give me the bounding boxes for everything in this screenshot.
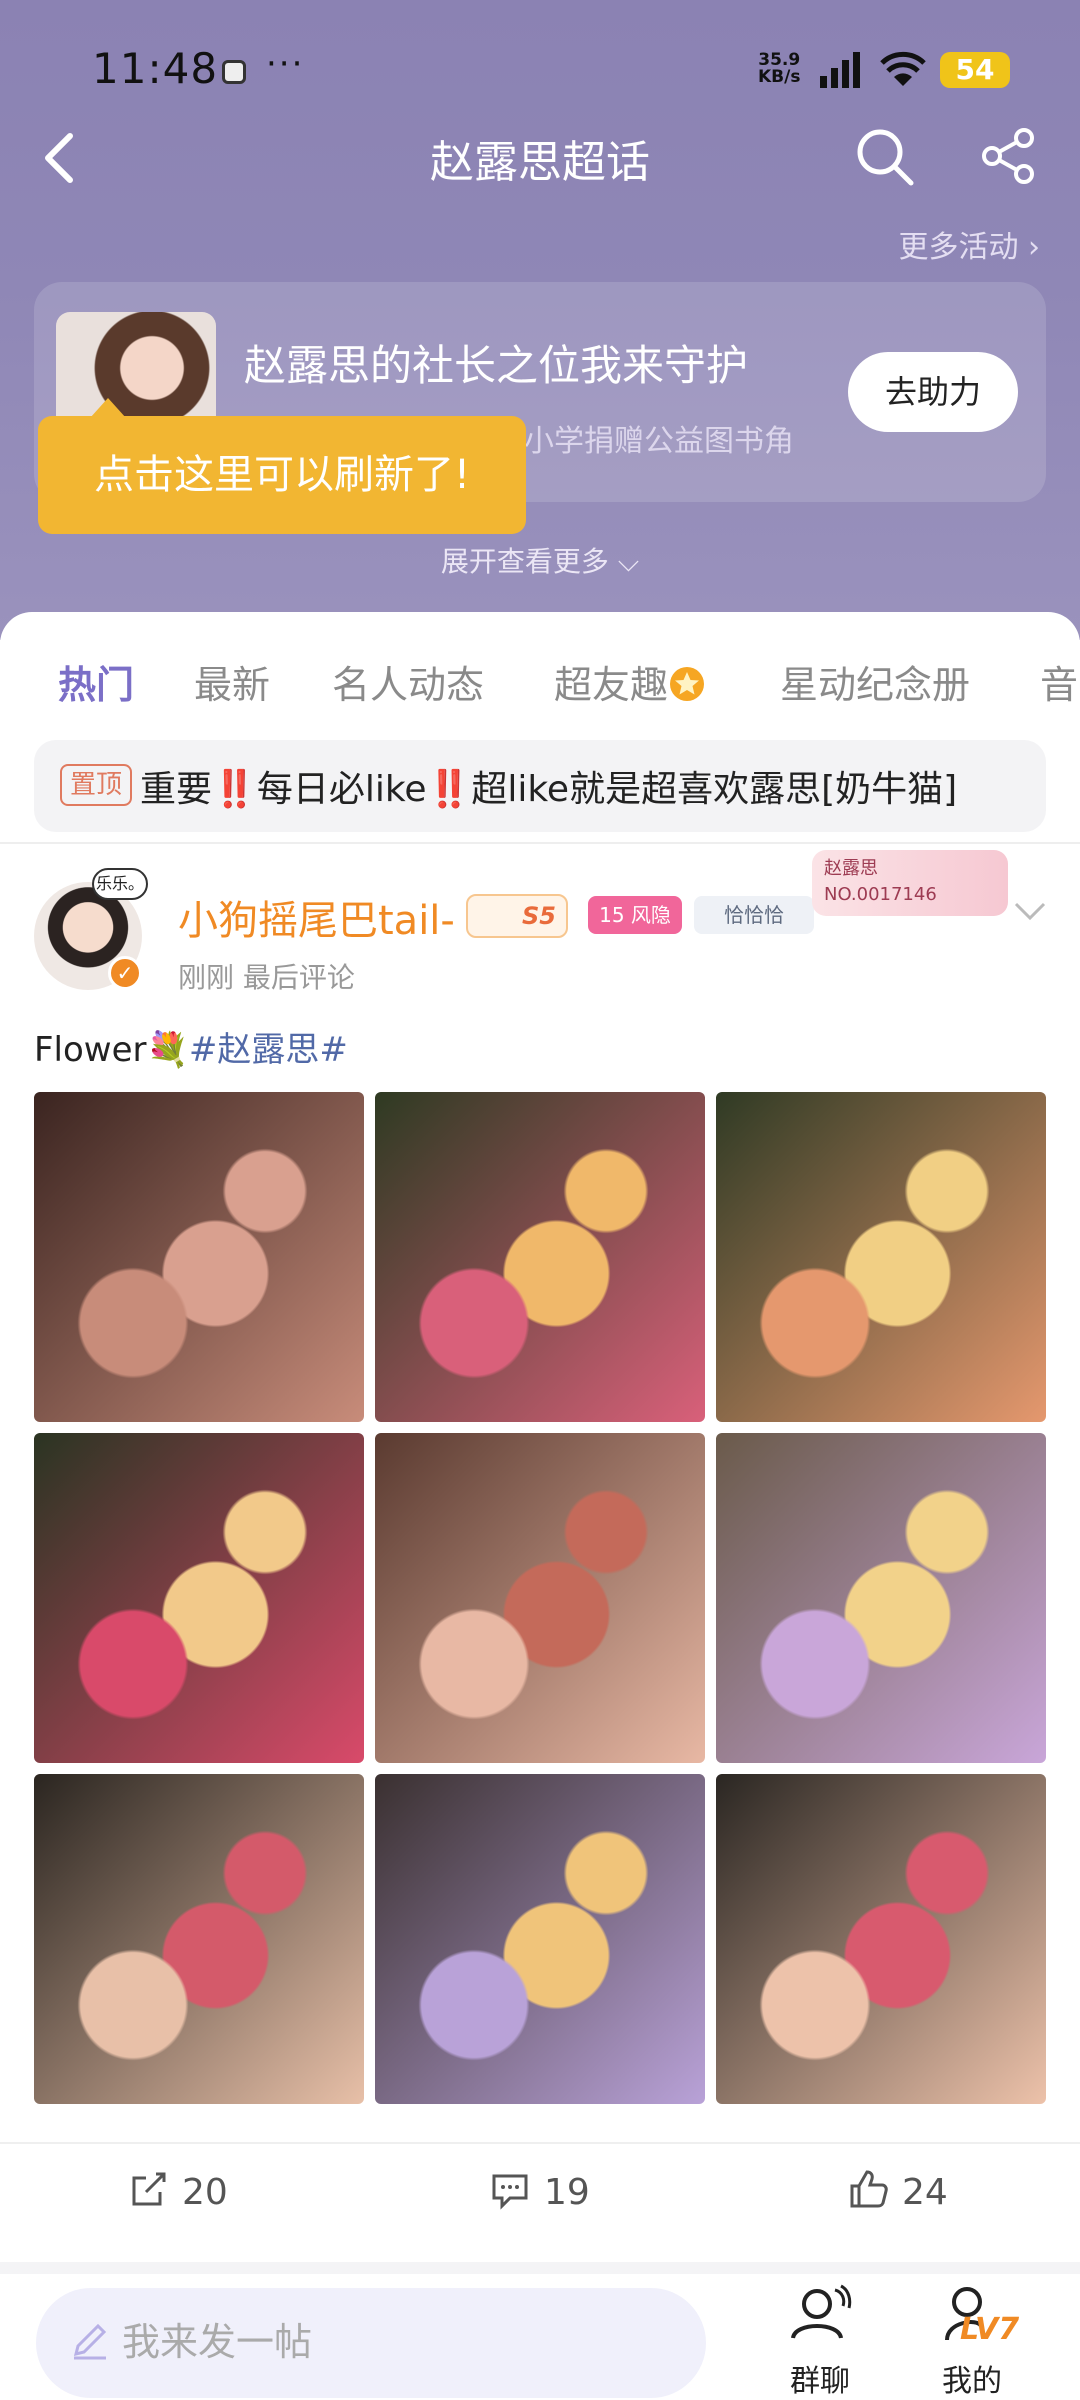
battery-indicator: 54: [940, 52, 1010, 88]
member-level-badge[interactable]: 15 风隐: [588, 896, 682, 934]
post-text-body: Flower💐: [34, 1030, 189, 1070]
supertopic-header: 11:48 ··· 35.9 KB/s 54 赵露思超话 更多活动 › 赵露思的…: [0, 0, 1080, 640]
profile-tab[interactable]: LV7 我的: [922, 2282, 1022, 2400]
photo-3[interactable]: [716, 1092, 1046, 1422]
fan-card-number: NO.0017146: [824, 884, 937, 905]
tab-hot[interactable]: 热门: [58, 654, 134, 709]
pinned-tag: 置顶: [60, 764, 133, 806]
network-speed-unit: KB/s: [758, 67, 801, 87]
like-button[interactable]: 24: [846, 2168, 948, 2228]
chevron-down-icon[interactable]: [1010, 890, 1050, 930]
compose-post-button[interactable]: 我来发一帖: [36, 2288, 706, 2398]
pen-icon: [73, 2323, 107, 2360]
photo-5[interactable]: [375, 1433, 705, 1763]
verified-badge-icon: ✓: [108, 956, 142, 990]
username[interactable]: 小狗摇尾巴tail-: [178, 888, 455, 946]
group-badge[interactable]: 恰恰恰: [694, 896, 814, 934]
share-button[interactable]: 20: [126, 2168, 228, 2228]
wifi-icon: [880, 51, 926, 86]
feed-sheet: 热门 最新 名人动态 超友趣 星动纪念册 音 置顶 重要‼️每日必like‼️超…: [0, 612, 1080, 2262]
activity-subtitle: 小学捐赠公益图书角: [524, 424, 794, 459]
cellular-signal-icon: [820, 52, 860, 88]
feed-tabs: 热门 最新 名人动态 超友趣 星动纪念册 音: [0, 642, 1080, 732]
star-badge-icon: [670, 667, 705, 701]
hashtag-link[interactable]: #赵露思#: [189, 1030, 348, 1070]
post-timestamp: 刚刚 最后评论: [178, 961, 355, 994]
photo-1[interactable]: [34, 1092, 364, 1422]
page-title: 赵露思超话: [430, 137, 650, 188]
bottom-bar: 我来发一帖 群聊 LV7 我的: [0, 2262, 1080, 2400]
more-activities-link[interactable]: 更多活动 ›: [898, 222, 1040, 266]
level-badge: LV7: [960, 2312, 1020, 2347]
share-icon[interactable]: [978, 126, 1038, 186]
post-actions: 20 19 24: [0, 2142, 1080, 2242]
divider: [0, 842, 1080, 844]
forward-icon: [132, 2172, 166, 2206]
group-chat-icon: [791, 2284, 852, 2339]
expand-more-link[interactable]: 展开查看更多 ⌵: [0, 540, 1080, 580]
profile-label: 我的: [942, 2364, 1002, 2399]
photo-8[interactable]: [375, 1774, 705, 2104]
app-notification-icon: [222, 60, 246, 84]
share-count: 20: [182, 2172, 228, 2213]
fan-card[interactable]: 赵露思 NO.0017146: [812, 850, 1008, 916]
photo-2[interactable]: [375, 1092, 705, 1422]
thumbs-up-icon: [850, 2170, 888, 2208]
group-chat-label: 群聊: [790, 2364, 850, 2399]
status-time: 11:48: [92, 44, 219, 93]
status-bar: 11:48 ··· 35.9 KB/s 54: [0, 40, 1080, 100]
more-notifications-icon: ···: [266, 44, 305, 84]
support-button[interactable]: 去助力: [848, 352, 1018, 432]
tab-music[interactable]: 音: [1040, 654, 1078, 709]
tab-celebrity-news[interactable]: 名人动态: [332, 654, 484, 709]
avatar-speech-bubble: 乐乐。: [92, 868, 148, 900]
photo-9[interactable]: [716, 1774, 1046, 2104]
tab-super-fun[interactable]: 超友趣: [554, 654, 706, 709]
photo-6[interactable]: [716, 1433, 1046, 1763]
tab-latest[interactable]: 最新: [194, 654, 270, 709]
tab-star-album[interactable]: 星动纪念册: [780, 654, 970, 709]
tab-super-fun-label: 超友趣: [554, 663, 669, 707]
photo-7[interactable]: [34, 1774, 364, 2104]
network-speed: 35.9 KB/s: [758, 52, 800, 86]
activity-title: 赵露思的社长之位我来守护: [244, 341, 749, 390]
top-navigation: 赵露思超话: [0, 120, 1080, 200]
fan-level-badge[interactable]: S5: [466, 894, 568, 938]
pinned-text: 重要‼️每日必like‼️超like就是超喜欢露思[奶牛猫]: [140, 769, 958, 810]
photo-grid: [34, 1092, 1046, 2104]
comment-icon: [492, 2174, 528, 2210]
comment-button[interactable]: 19: [488, 2168, 590, 2228]
fan-card-name: 赵露思: [824, 858, 878, 879]
photo-4[interactable]: [34, 1433, 364, 1763]
pinned-post[interactable]: 置顶 重要‼️每日必like‼️超like就是超喜欢露思[奶牛猫]: [34, 740, 1046, 832]
comment-count: 19: [544, 2172, 590, 2213]
search-icon[interactable]: [854, 126, 916, 188]
like-count: 24: [902, 2172, 948, 2213]
post-text: Flower💐#赵露思#: [34, 1022, 348, 1071]
group-chat-button[interactable]: 群聊: [770, 2282, 870, 2400]
refresh-tooltip[interactable]: 点击这里可以刷新了!: [38, 398, 526, 534]
